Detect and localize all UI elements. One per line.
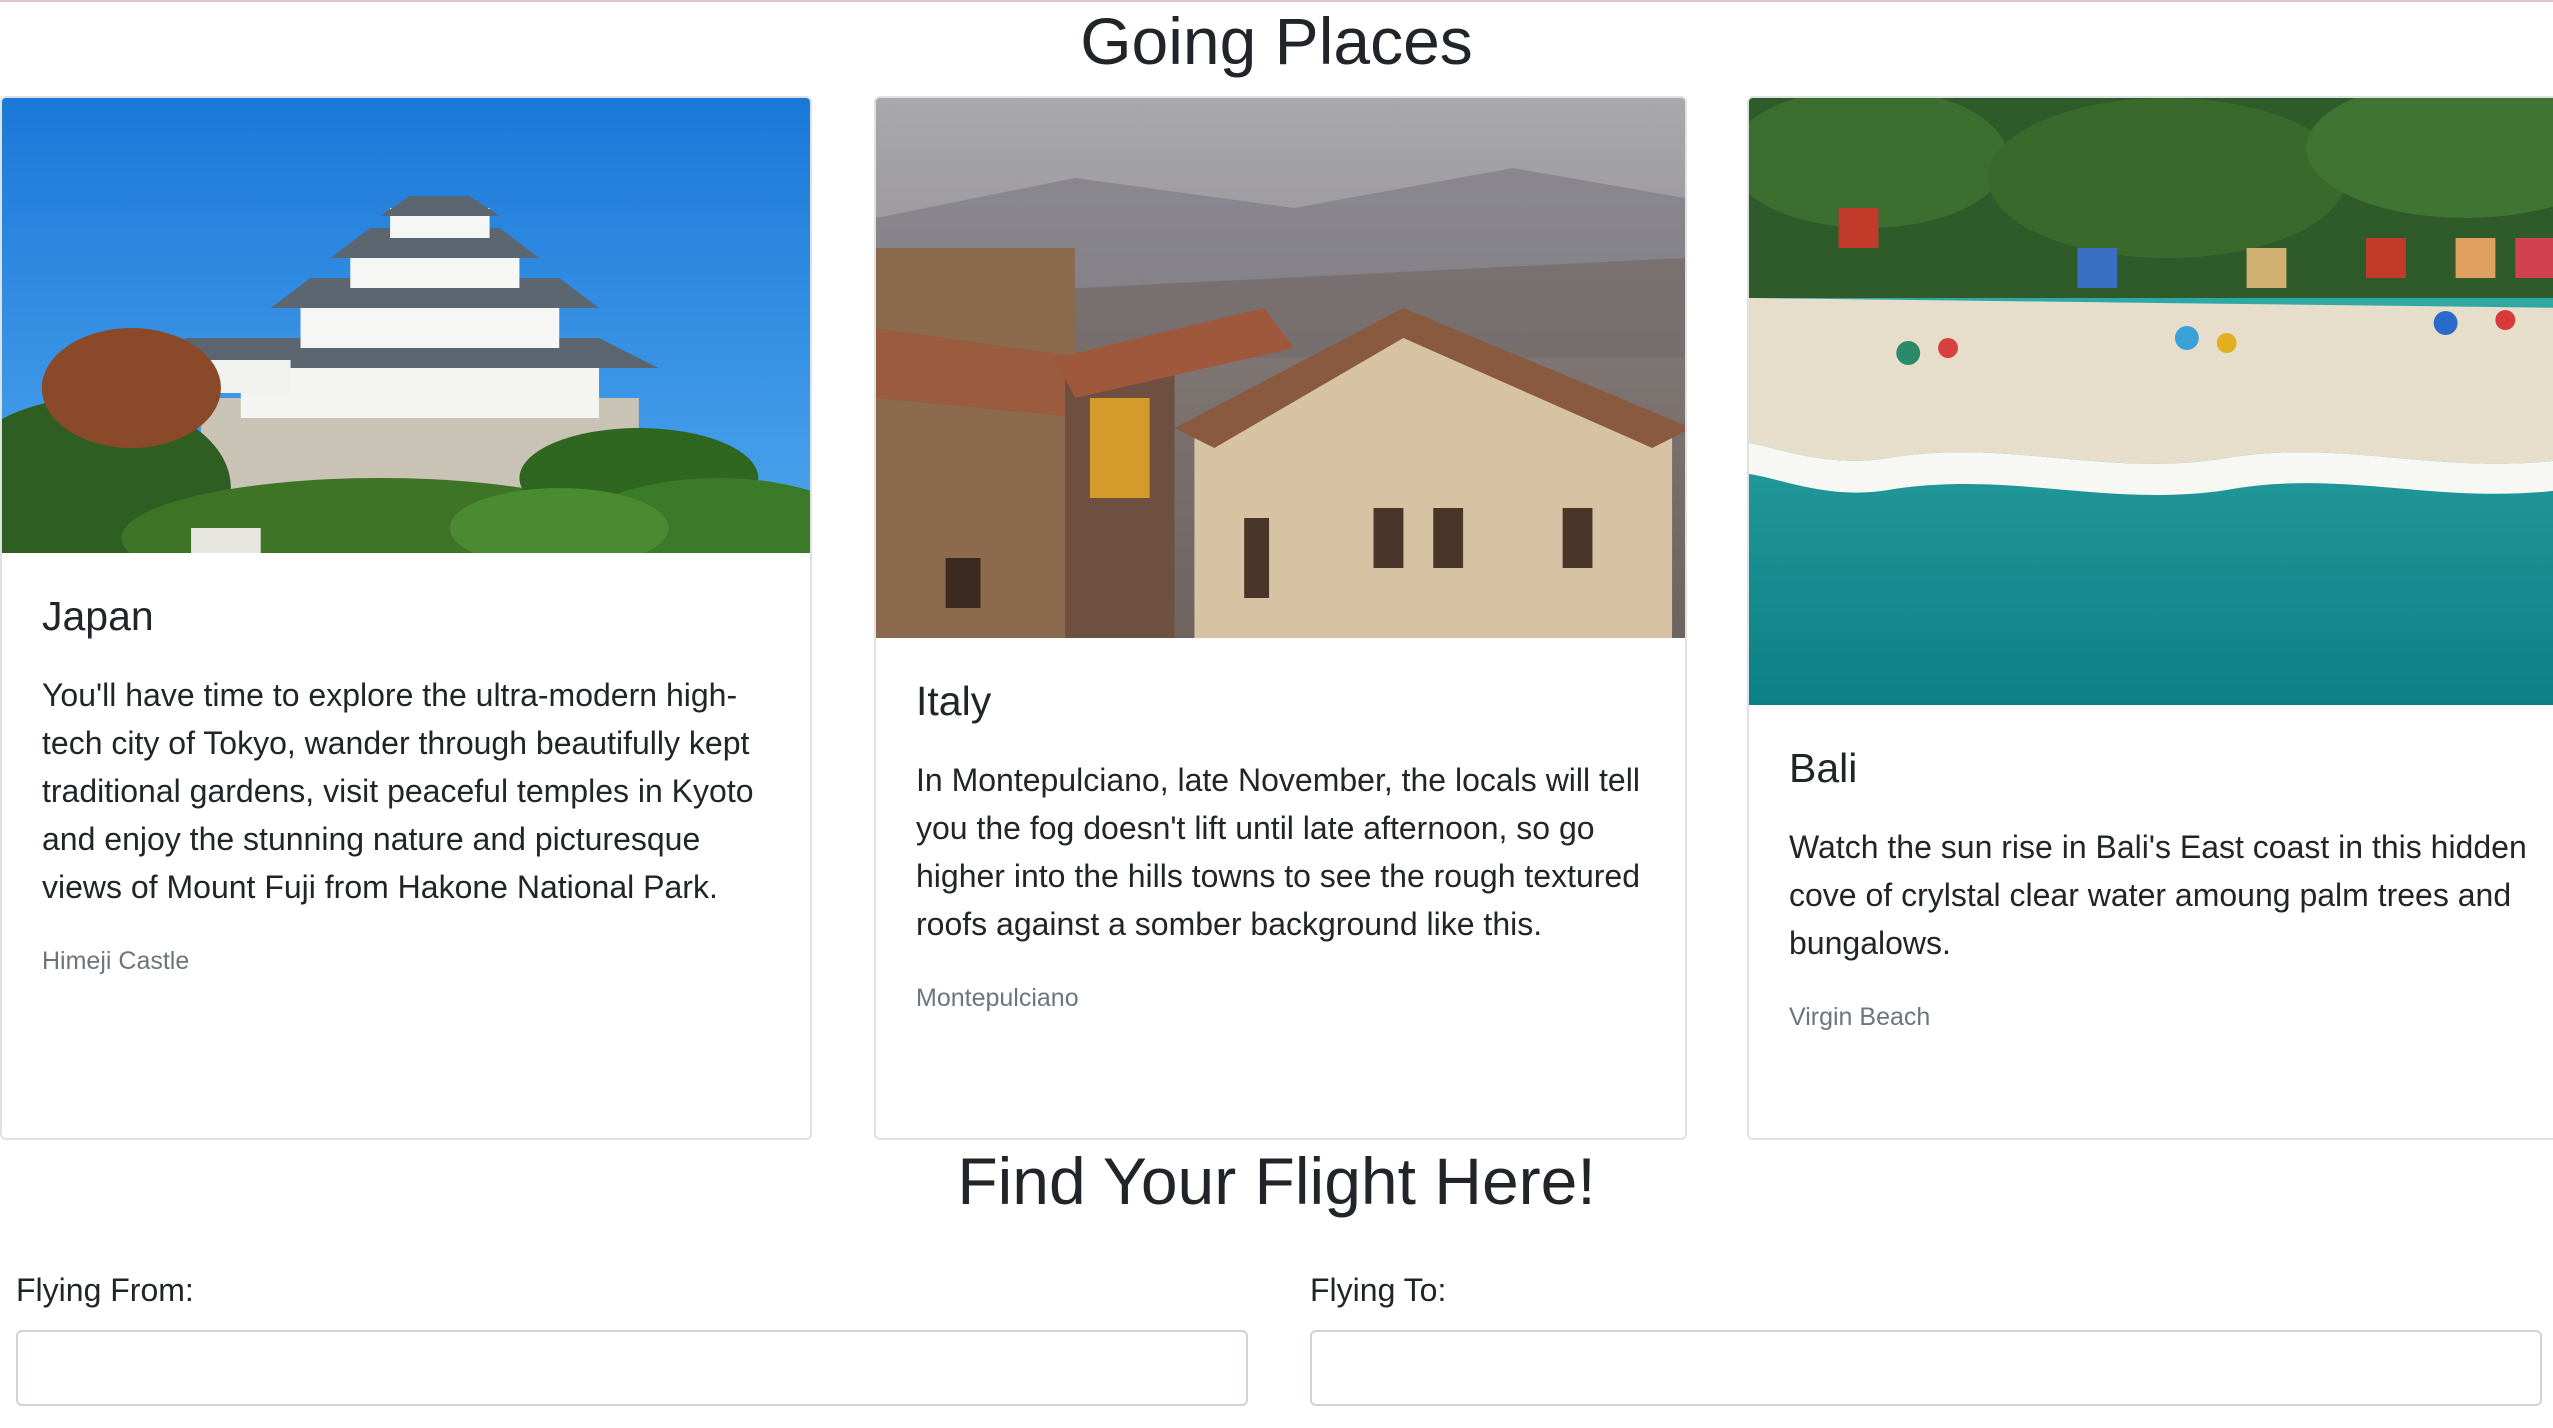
card-title: Japan (42, 593, 154, 639)
card-image-montepulciano (876, 98, 1685, 638)
card-body: Japan You'll have time to explore the ul… (42, 592, 770, 976)
card-bali: Bali Watch the sun rise in Bali's East c… (1747, 96, 2553, 1140)
top-border (0, 0, 2553, 2)
flying-from-input[interactable] (16, 1330, 1248, 1406)
flying-to-input[interactable] (1310, 1330, 2542, 1406)
card-text: Watch the sun rise in Bali's East coast … (1789, 829, 2527, 962)
card-text: You'll have time to explore the ultra-mo… (42, 677, 754, 906)
card-body: Bali Watch the sun rise in Bali's East c… (1789, 744, 2535, 1032)
card-image-himeji-castle (2, 98, 810, 553)
card-subtitle: Virgin Beach (1789, 1003, 1931, 1032)
flight-section-title: Find Your Flight Here! (957, 1144, 1596, 1218)
card-body: Italy In Montepulciano, late November, t… (916, 677, 1645, 1013)
card-title: Bali (1789, 745, 1858, 791)
card-subtitle: Himeji Castle (42, 947, 190, 976)
card-japan: Japan You'll have time to explore the ul… (0, 96, 812, 1140)
card-image-virgin-beach (1749, 98, 2553, 705)
card-title: Italy (916, 678, 992, 724)
card-italy: Italy In Montepulciano, late November, t… (874, 96, 1687, 1140)
card-subtitle: Montepulciano (916, 984, 1079, 1013)
flying-from-label: Flying From: (16, 1272, 194, 1308)
page-title: Going Places (1080, 4, 1473, 78)
flying-to-label: Flying To: (1310, 1272, 1447, 1308)
card-text: In Montepulciano, late November, the loc… (916, 762, 1640, 943)
